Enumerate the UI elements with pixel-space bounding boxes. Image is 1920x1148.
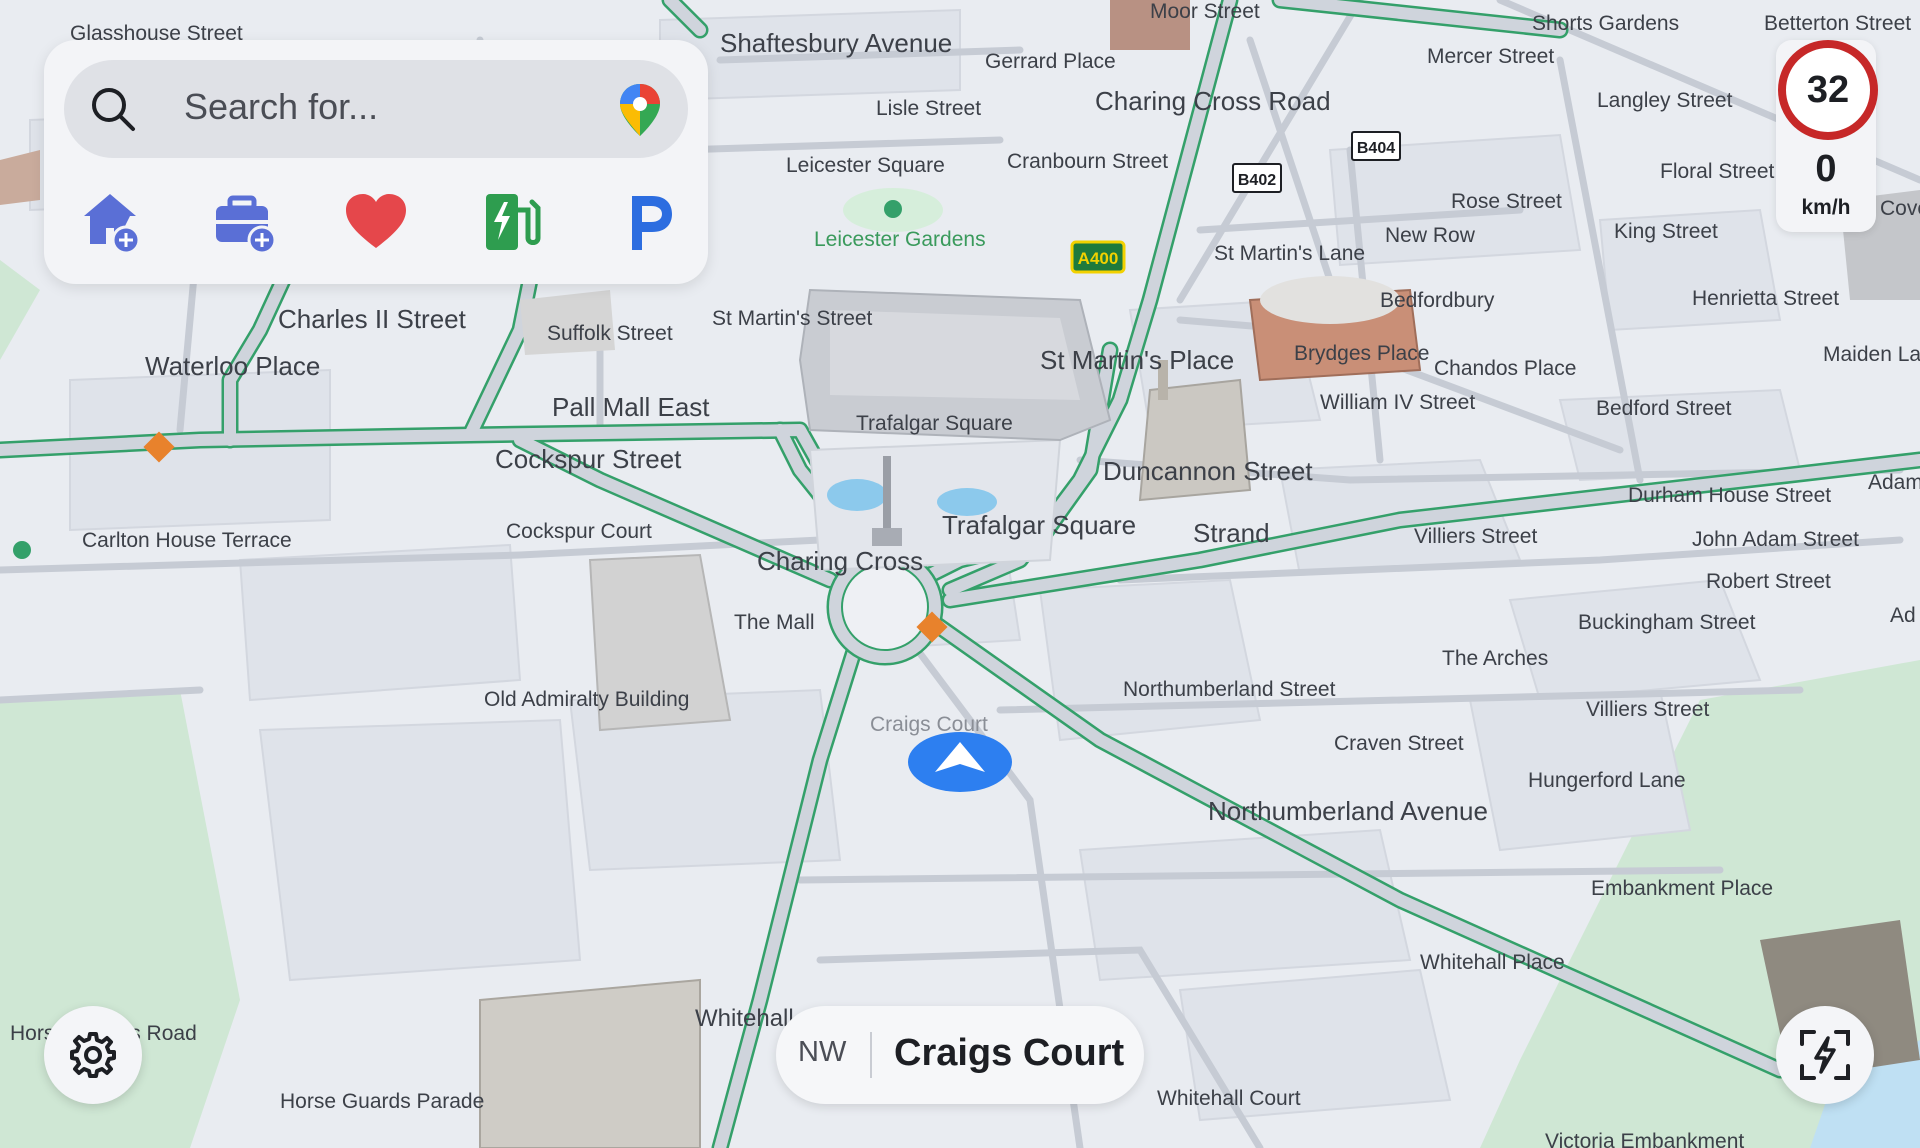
map-label: Cockspur Street: [495, 444, 682, 474]
map-label: Gerrard Place: [985, 50, 1116, 73]
svg-text:B402: B402: [1238, 172, 1276, 189]
search-icon: [92, 88, 135, 131]
current-speed: 0: [1815, 148, 1837, 190]
road-shield-b404: B404: [1351, 131, 1401, 161]
map-label: Whitehall Court: [1157, 1087, 1301, 1110]
map-label: Charles II Street: [278, 304, 467, 334]
flash-scan-icon: [1800, 1030, 1850, 1080]
svg-text:A400: A400: [1078, 249, 1119, 268]
map-label: Charing Cross Road: [1095, 86, 1331, 116]
map-label: Horse Guards Parade: [280, 1090, 484, 1113]
map-label: Brydges Place: [1294, 342, 1429, 365]
map-label: Chandos Place: [1434, 357, 1576, 380]
map-label: Adam: [1868, 471, 1920, 494]
map-label: Shaftesbury Avenue: [720, 28, 952, 58]
map-label: Bedfordbury: [1380, 289, 1495, 312]
map-label: Mercer Street: [1427, 45, 1554, 68]
map-label: Moor Street: [1150, 0, 1260, 23]
map-label: Embankment Place: [1591, 877, 1773, 900]
map-label: Craven Street: [1334, 732, 1464, 755]
map-label: Whitehall Place: [1420, 951, 1565, 974]
map-label: Hungerford Lane: [1528, 769, 1686, 792]
map-label: William IV Street: [1320, 391, 1475, 414]
map-label: Langley Street: [1597, 89, 1733, 112]
map-label: Whitehall: [695, 1005, 794, 1032]
map-label: Maiden Lane: [1823, 343, 1920, 366]
map-label: Villiers Street: [1586, 698, 1709, 721]
current-street-pill[interactable]: NW Craigs Court: [776, 1006, 1144, 1104]
search-panel: Search for...: [44, 40, 708, 284]
road-shield-b402: B402: [1232, 163, 1282, 193]
nelsons-column: [883, 456, 891, 536]
map-label: Ad: [1890, 604, 1916, 627]
favorites-heart-icon[interactable]: [342, 188, 410, 256]
work-add-icon[interactable]: [210, 188, 278, 256]
speed-unit: km/h: [1801, 196, 1851, 219]
map-label: The Mall: [734, 611, 815, 634]
speed-limit-sign: 32: [1778, 40, 1878, 140]
map-label: Duncannon Street: [1103, 456, 1313, 486]
map-label: Northumberland Avenue: [1208, 796, 1488, 826]
current-location-marker: [908, 732, 1012, 792]
map-label: Shorts Gardens: [1532, 12, 1679, 35]
park-poi-icon[interactable]: [884, 200, 902, 218]
quick-capture-button[interactable]: [1776, 1006, 1874, 1104]
map-label: Durham House Street: [1628, 484, 1831, 507]
parking-icon[interactable]: [616, 188, 684, 256]
settings-button[interactable]: [44, 1006, 142, 1104]
map-label: Henrietta Street: [1692, 287, 1839, 310]
map-label: Carlton House Terrace: [82, 529, 292, 552]
map-label: Suffolk Street: [547, 322, 673, 345]
map-label: St Martin's Street: [712, 307, 873, 330]
search-box[interactable]: Search for...: [64, 60, 688, 158]
map-label: Buckingham Street: [1578, 611, 1756, 634]
map-label: New Row: [1385, 224, 1476, 247]
map-label: Craigs Court: [870, 713, 988, 736]
map-label: Bedford Street: [1596, 397, 1732, 420]
map-label: Leicester Gardens: [814, 228, 986, 251]
speed-widget: 32 0 km/h: [1776, 40, 1878, 232]
map-label: Cranbourn Street: [1007, 150, 1168, 173]
park-poi-icon[interactable]: [13, 541, 31, 559]
map-label: Trafalgar Square: [942, 510, 1136, 540]
search-input[interactable]: Search for...: [184, 86, 378, 128]
map-label: Lisle Street: [876, 97, 981, 120]
map-label: Pall Mall East: [552, 392, 710, 422]
map-label: Strand: [1193, 518, 1270, 548]
road-shield-a400: A400: [1070, 240, 1126, 274]
map-label: St Martin's Lane: [1214, 242, 1365, 265]
map-label: Rose Street: [1451, 190, 1562, 213]
google-maps-pin-icon[interactable]: [618, 82, 662, 138]
map-label: Trafalgar Square: [856, 412, 1013, 435]
map-label: Old Admiralty Building: [484, 688, 689, 711]
svg-text:B404: B404: [1357, 140, 1395, 157]
map-label: The Arches: [1442, 647, 1548, 670]
compass-heading: NW: [798, 1036, 847, 1068]
fountain-pond: [827, 479, 887, 511]
home-add-icon[interactable]: [76, 188, 144, 256]
map-label: John Adam Street: [1692, 528, 1859, 551]
map-label: Covent: [1880, 197, 1920, 220]
map-label: Waterloo Place: [145, 351, 320, 381]
map-label: Villiers Street: [1414, 525, 1537, 548]
map-label: Cockspur Court: [506, 520, 652, 543]
divider: [870, 1032, 872, 1078]
map-label: Leicester Square: [786, 154, 945, 177]
map-label: Floral Street: [1660, 160, 1775, 183]
gear-icon: [70, 1032, 116, 1078]
map-label: King Street: [1614, 220, 1718, 243]
map-label: St Martin's Place: [1040, 345, 1234, 375]
current-street-name: Craigs Court: [894, 1032, 1125, 1074]
map-label: Robert Street: [1706, 570, 1831, 593]
map-label: Charing Cross: [757, 546, 923, 576]
map-label: Northumberland Street: [1123, 678, 1336, 701]
map-label: Betterton Street: [1764, 12, 1911, 35]
ev-charging-icon[interactable]: [480, 188, 548, 256]
map-label: Victoria Embankment: [1545, 1130, 1744, 1148]
